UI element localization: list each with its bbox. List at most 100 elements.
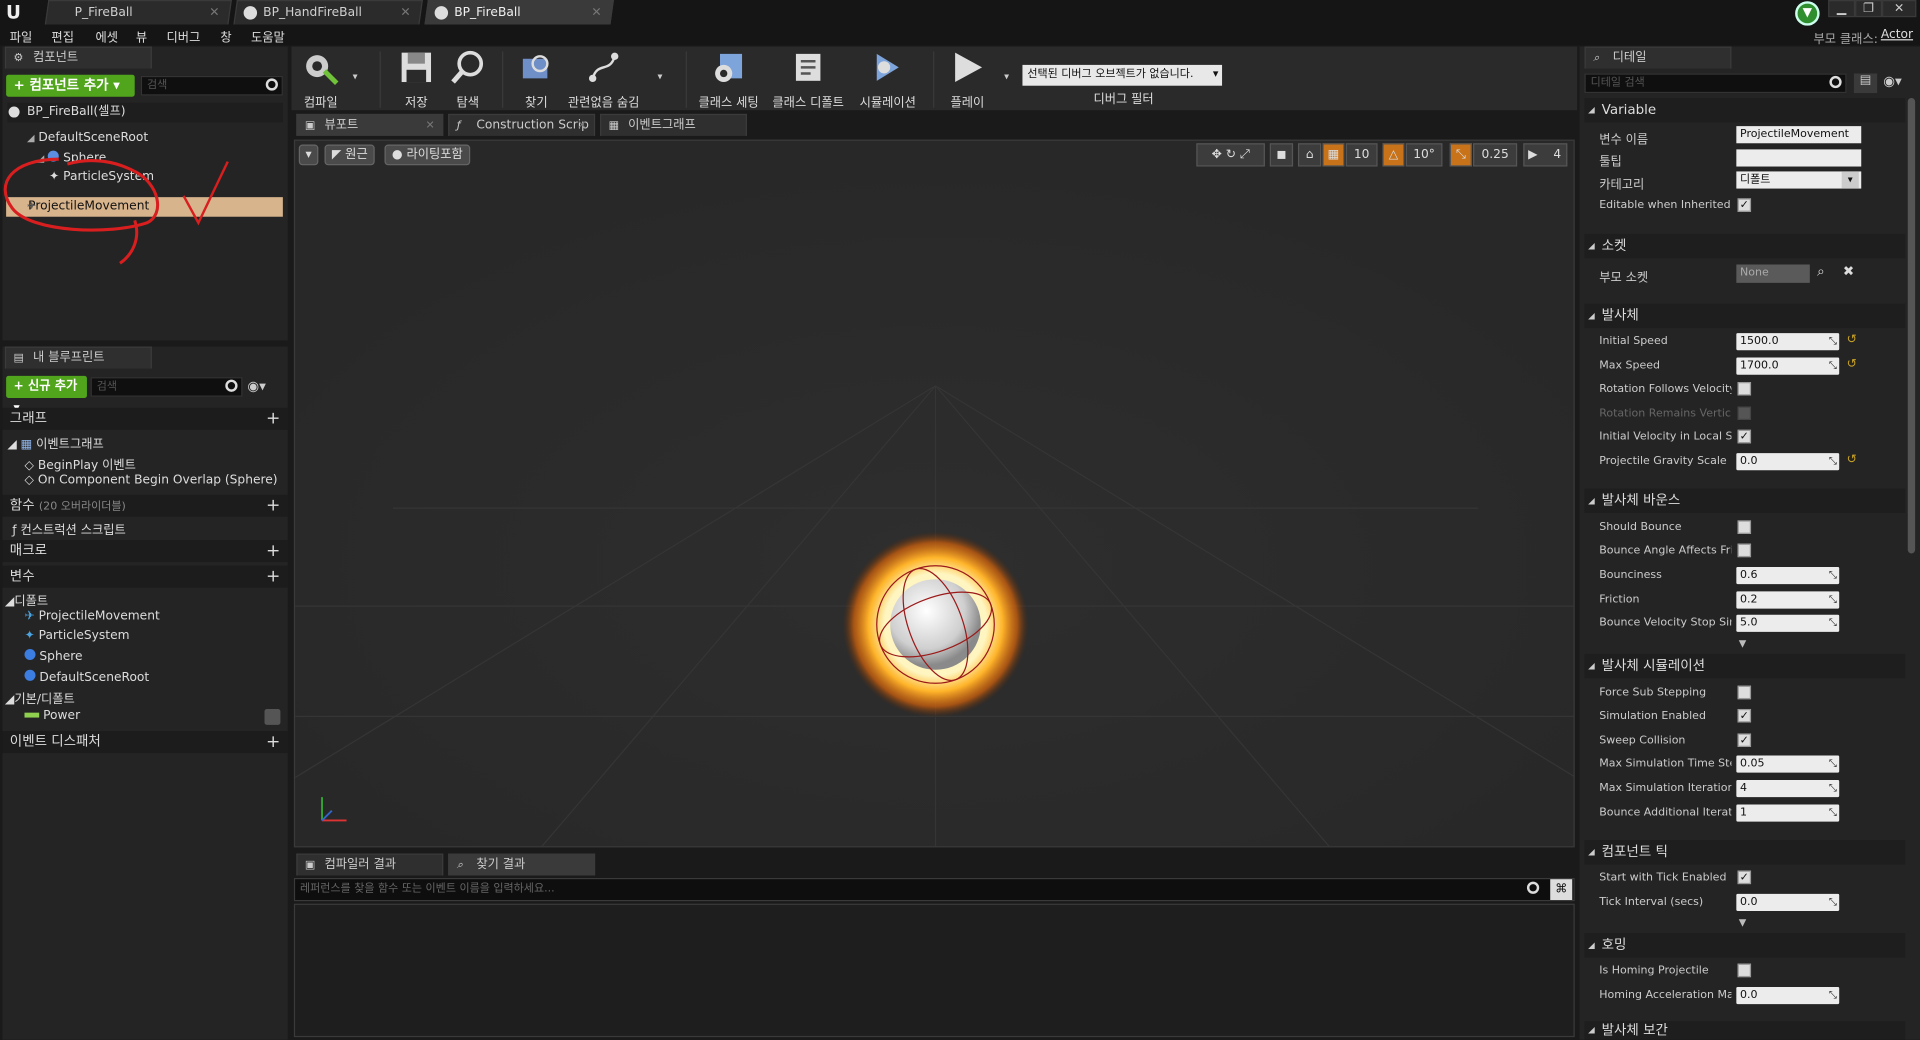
is-homing-checkbox[interactable] <box>1737 963 1752 978</box>
bounce-angle-checkbox[interactable] <box>1737 543 1752 558</box>
menu-view[interactable]: 뷰 <box>136 27 147 45</box>
editable-inherited-checkbox[interactable]: ✓ <box>1737 198 1752 212</box>
initial-local-checkbox[interactable]: ✓ <box>1737 429 1752 444</box>
source-control-icon[interactable]: ▼ <box>1795 1 1820 26</box>
camera-speed-button[interactable]: ▶ 4 <box>1523 143 1568 167</box>
add-variable-icon[interactable]: + <box>266 567 280 587</box>
section-socket[interactable]: 소켓 <box>1584 233 1906 259</box>
details-search-input[interactable]: 디테일 검색 <box>1584 73 1847 94</box>
minimize-button[interactable]: ▁ <box>1828 0 1856 18</box>
category-select[interactable]: 디폴트 ▾ <box>1736 171 1862 189</box>
world-local-icon[interactable]: ◼ <box>1269 143 1294 167</box>
parent-socket-field[interactable]: None <box>1736 264 1810 283</box>
transform-tools[interactable]: ✥ ↻ ⤢ <box>1196 143 1265 167</box>
sim-enabled-checkbox[interactable]: ✓ <box>1737 708 1752 723</box>
basic-group[interactable]: ◢기본/디폴트 <box>5 688 75 706</box>
hide-unrelated-button[interactable]: 관련없음 숨김 <box>566 49 642 110</box>
compile-button[interactable]: 컴파일 <box>296 49 345 110</box>
perspective-button[interactable]: ◤ 원근 <box>324 144 376 166</box>
max-iter-input[interactable]: 4 <box>1736 780 1840 798</box>
initial-speed-input[interactable]: 1500.0 <box>1736 333 1840 351</box>
category-variables[interactable]: 변수 + <box>2 565 288 588</box>
close-icon[interactable]: ✕ <box>425 115 434 137</box>
sweep-checkbox[interactable]: ✓ <box>1737 733 1752 747</box>
tick-interval-input[interactable]: 0.0 <box>1736 893 1840 912</box>
component-search-input[interactable]: 검색 <box>140 75 283 96</box>
tab-viewport[interactable]: ▣ 뷰포트 ✕ <box>296 113 444 137</box>
eye-icon[interactable]: ◉▾ <box>247 378 266 394</box>
section-projectile[interactable]: 발사체 <box>1584 303 1906 329</box>
category-macros[interactable]: 매크로 + <box>2 540 288 563</box>
event-begin-overlap[interactable]: ◇ On Component Begin Overlap (Sphere) <box>24 474 277 487</box>
menu-asset[interactable]: 에셋 <box>96 27 119 45</box>
expand-advanced-icon[interactable]: ▼ <box>1739 638 1747 649</box>
gravity-scale-input[interactable]: 0.0 <box>1736 453 1840 471</box>
browse-button[interactable]: 탐색 <box>443 49 492 110</box>
class-settings-button[interactable]: 클래스 세팅 <box>696 49 762 110</box>
var-sphere[interactable]: Sphere <box>24 648 83 664</box>
find-results-input[interactable]: 레퍼런스를 찾을 함수 또는 이벤트 이름을 입력하세요... <box>293 877 1575 902</box>
details-scrollbar[interactable] <box>1907 97 1916 554</box>
var-power[interactable]: Power <box>24 709 80 722</box>
max-speed-input[interactable]: 1700.0 <box>1736 357 1840 375</box>
simulation-button[interactable]: 시뮬레이션 <box>855 49 921 110</box>
hide-options-arrow-icon[interactable]: ▾ <box>658 71 663 82</box>
self-item[interactable]: BP_FireBall(셀프) <box>7 102 283 123</box>
parent-class-link[interactable]: Actor <box>1881 28 1913 41</box>
tooltip-input[interactable] <box>1736 149 1862 167</box>
search-icon[interactable]: ⌕ <box>1817 263 1825 280</box>
scale-snap-toggle-icon[interactable]: ⤡ <box>1449 143 1472 167</box>
expand-arrow-icon[interactable]: ◢ <box>27 132 35 143</box>
event-beginplay[interactable]: ◇ BeginPlay 이벤트 <box>24 454 135 472</box>
reset-default-icon[interactable]: ↺ <box>1847 333 1857 346</box>
compile-options-arrow-icon[interactable]: ▾ <box>353 71 358 82</box>
close-icon[interactable]: ✕ <box>591 1 601 24</box>
save-button[interactable]: 저장 <box>392 49 441 110</box>
defaults-group[interactable]: ◢디폴트 <box>5 590 48 608</box>
menu-file[interactable]: 파일 <box>10 27 33 45</box>
event-graph-item[interactable]: ◢ ▦ 이벤트그래프 <box>7 433 103 451</box>
scale-snap-value[interactable]: 0.25 <box>1473 143 1518 167</box>
add-function-icon[interactable]: + <box>266 496 280 516</box>
tab-event-graph[interactable]: ▦ 이벤트그래프 <box>600 113 747 136</box>
unreal-logo-icon[interactable]: U <box>2 1 24 23</box>
var-defaultsceneroot[interactable]: DefaultSceneRoot <box>24 669 149 684</box>
bounce-add-input[interactable]: 1 <box>1736 804 1840 822</box>
start-tick-checkbox[interactable]: ✓ <box>1737 870 1752 885</box>
rotation-snap-value[interactable]: 10° <box>1405 143 1443 167</box>
friction-input[interactable]: 0.2 <box>1736 591 1840 609</box>
menu-help[interactable]: 도움말 <box>251 27 285 45</box>
details-tab[interactable]: ⌕ 디테일 <box>1584 46 1732 69</box>
rotation-follows-checkbox[interactable] <box>1737 382 1752 396</box>
max-time-input[interactable]: 0.05 <box>1736 755 1840 773</box>
play-options-arrow-icon[interactable]: ▾ <box>1004 71 1009 82</box>
blueprint-search-input[interactable]: 검색 <box>90 377 243 397</box>
maximize-button[interactable]: ❐ <box>1855 0 1883 18</box>
add-macro-icon[interactable]: + <box>266 541 280 561</box>
doc-tab-bp-fireball[interactable]: BP_FireBall ✕ <box>424 0 614 25</box>
section-interpolation[interactable]: 발사체 보간 <box>1584 1021 1906 1040</box>
close-icon[interactable]: ✕ <box>400 1 410 24</box>
binoculars-icon[interactable]: ⌘ <box>1550 879 1573 901</box>
tab-find-results[interactable]: ⌕ 찾기 결과 <box>448 853 596 876</box>
add-dispatcher-icon[interactable]: + <box>266 732 280 752</box>
clear-icon[interactable]: ✖ <box>1843 263 1854 279</box>
components-tab[interactable]: ⚙ 컴포넌트 <box>4 46 152 69</box>
class-defaults-button[interactable]: 클래스 디폴트 <box>771 49 844 110</box>
find-button[interactable]: 찾기 <box>514 49 558 110</box>
viewport[interactable] <box>293 139 1575 848</box>
my-blueprint-tab[interactable]: ▤ 내 블루프린트 <box>4 346 152 369</box>
expand-advanced-icon[interactable]: ▼ <box>1739 917 1747 928</box>
bounce-stop-input[interactable]: 5.0 <box>1736 614 1840 632</box>
viewport-options-button[interactable]: ▾ <box>298 144 319 166</box>
grid-snap-value[interactable]: 10 <box>1345 143 1378 167</box>
tree-item-defaultsceneroot[interactable]: ◢ DefaultSceneRoot <box>27 131 148 144</box>
surface-snap-icon[interactable]: ⌂ <box>1297 143 1322 167</box>
close-window-button[interactable]: ✕ <box>1882 0 1917 18</box>
lighting-mode-button[interactable]: ● 라이팅포함 <box>384 144 471 166</box>
add-component-button[interactable]: + 컴포넌트 추가 ▾ <box>6 74 135 97</box>
visibility-eye-icon[interactable] <box>264 708 281 725</box>
doc-tab-bp-handfireball[interactable]: BP_HandFireBall ✕ <box>233 0 423 25</box>
close-icon[interactable]: ✕ <box>577 115 586 137</box>
tab-compiler-results[interactable]: ▣ 컴파일러 결과 <box>296 853 444 876</box>
